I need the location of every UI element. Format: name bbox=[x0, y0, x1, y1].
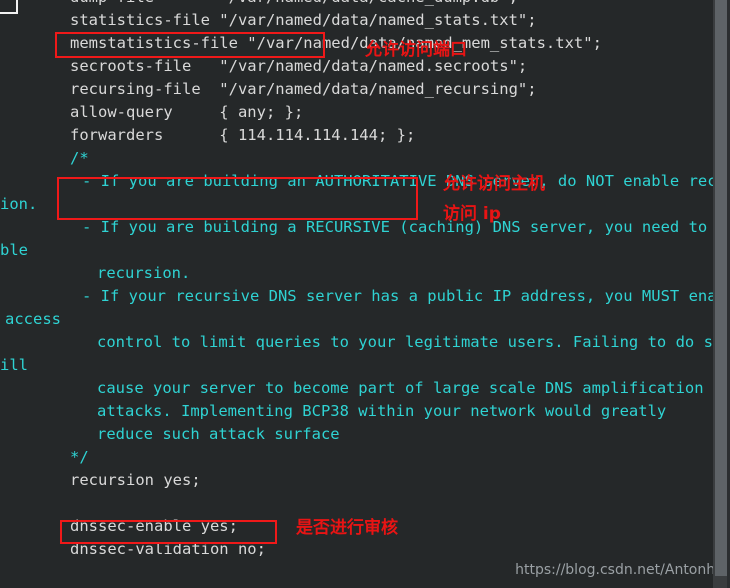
code-line: recursing-file "/var/named/data/named_re… bbox=[70, 78, 537, 101]
code-token: - If your recursive DNS server has a pub… bbox=[82, 287, 730, 305]
code-line: dnssec-enable yes; bbox=[70, 515, 238, 538]
code-line: access bbox=[5, 308, 61, 331]
text-cursor-box bbox=[0, 0, 18, 14]
code-token: recursion yes; bbox=[70, 471, 201, 489]
code-line: attacks. Implementing BCP38 within your … bbox=[97, 400, 666, 423]
code-line: forwarders { 114.114.114.144; }; bbox=[70, 124, 415, 147]
code-token: - If you are building an AUTHORITATIVE D… bbox=[82, 172, 730, 190]
code-line: managed-keys-directory "/var/named/dynam… bbox=[70, 584, 481, 588]
code-token: forwarders { 114.114.114.144; }; bbox=[70, 126, 416, 144]
code-token: recursing-file "/var/named/data/named_re… bbox=[70, 80, 537, 98]
code-line: memstatistics-file "/var/named/data/name… bbox=[70, 32, 602, 55]
annotation-ip: 访问 ip bbox=[443, 204, 501, 224]
code-token: ion. bbox=[0, 195, 38, 213]
code-line: - If you are building a RECURSIVE (cachi… bbox=[82, 216, 730, 239]
code-line: reduce such attack surface bbox=[97, 423, 340, 446]
code-line: dnssec-validation no; bbox=[70, 538, 266, 561]
code-token: ble bbox=[0, 241, 28, 259]
code-line: - If your recursive DNS server has a pub… bbox=[82, 285, 730, 308]
code-line: recursion. bbox=[97, 262, 190, 285]
code-token: reduce such attack surface bbox=[97, 425, 340, 443]
annotation-host: 允许访问主机 bbox=[443, 174, 545, 194]
code-token: control to limit queries to your legitim… bbox=[97, 333, 730, 351]
code-token: allow-query { any; }; bbox=[70, 103, 304, 121]
code-line: */ bbox=[70, 446, 89, 469]
code-token: cause your server to become part of larg… bbox=[97, 379, 704, 397]
code-line: recursion yes; bbox=[70, 469, 201, 492]
code-token: memstatistics-file "/var/named/data/name… bbox=[70, 34, 602, 52]
code-token: dnssec-enable yes; bbox=[70, 517, 238, 535]
code-line: dump-file "/var/named/data/cache_dump.db… bbox=[70, 0, 518, 9]
code-line: control to limit queries to your legitim… bbox=[97, 331, 730, 354]
code-token: /* bbox=[70, 149, 89, 167]
code-line: ion. bbox=[0, 193, 37, 216]
code-line: cause your server to become part of larg… bbox=[97, 377, 704, 400]
code-token: access bbox=[5, 310, 61, 328]
code-token: */ bbox=[70, 448, 89, 466]
watermark-text: https://blog.csdn.net/Antonhu bbox=[515, 562, 724, 578]
code-line: ble bbox=[0, 239, 28, 262]
code-token: dump-file "/var/named/data/cache_dump.db… bbox=[70, 0, 518, 6]
code-token: statistics-file "/var/named/data/named_s… bbox=[70, 11, 537, 29]
code-line bbox=[70, 492, 79, 515]
code-line: statistics-file "/var/named/data/named_s… bbox=[70, 9, 537, 32]
code-line: ill bbox=[0, 354, 28, 377]
terminal-window[interactable]: options {listen-on port 53 { any; };list… bbox=[0, 0, 730, 588]
annotation-port: 允许访问端口 bbox=[365, 40, 467, 60]
code-line: allow-query { any; }; bbox=[70, 101, 303, 124]
code-token: - If you are building a RECURSIVE (cachi… bbox=[82, 218, 730, 236]
code-line: - If you are building an AUTHORITATIVE D… bbox=[82, 170, 730, 193]
code-token: ill bbox=[0, 356, 28, 374]
code-token: attacks. Implementing BCP38 within your … bbox=[97, 402, 667, 420]
code-line: /* bbox=[70, 147, 89, 170]
code-line bbox=[70, 561, 79, 584]
code-token: recursion. bbox=[97, 264, 191, 282]
code-token: dnssec-validation no; bbox=[70, 540, 266, 558]
annotation-audit: 是否进行审核 bbox=[296, 518, 398, 538]
